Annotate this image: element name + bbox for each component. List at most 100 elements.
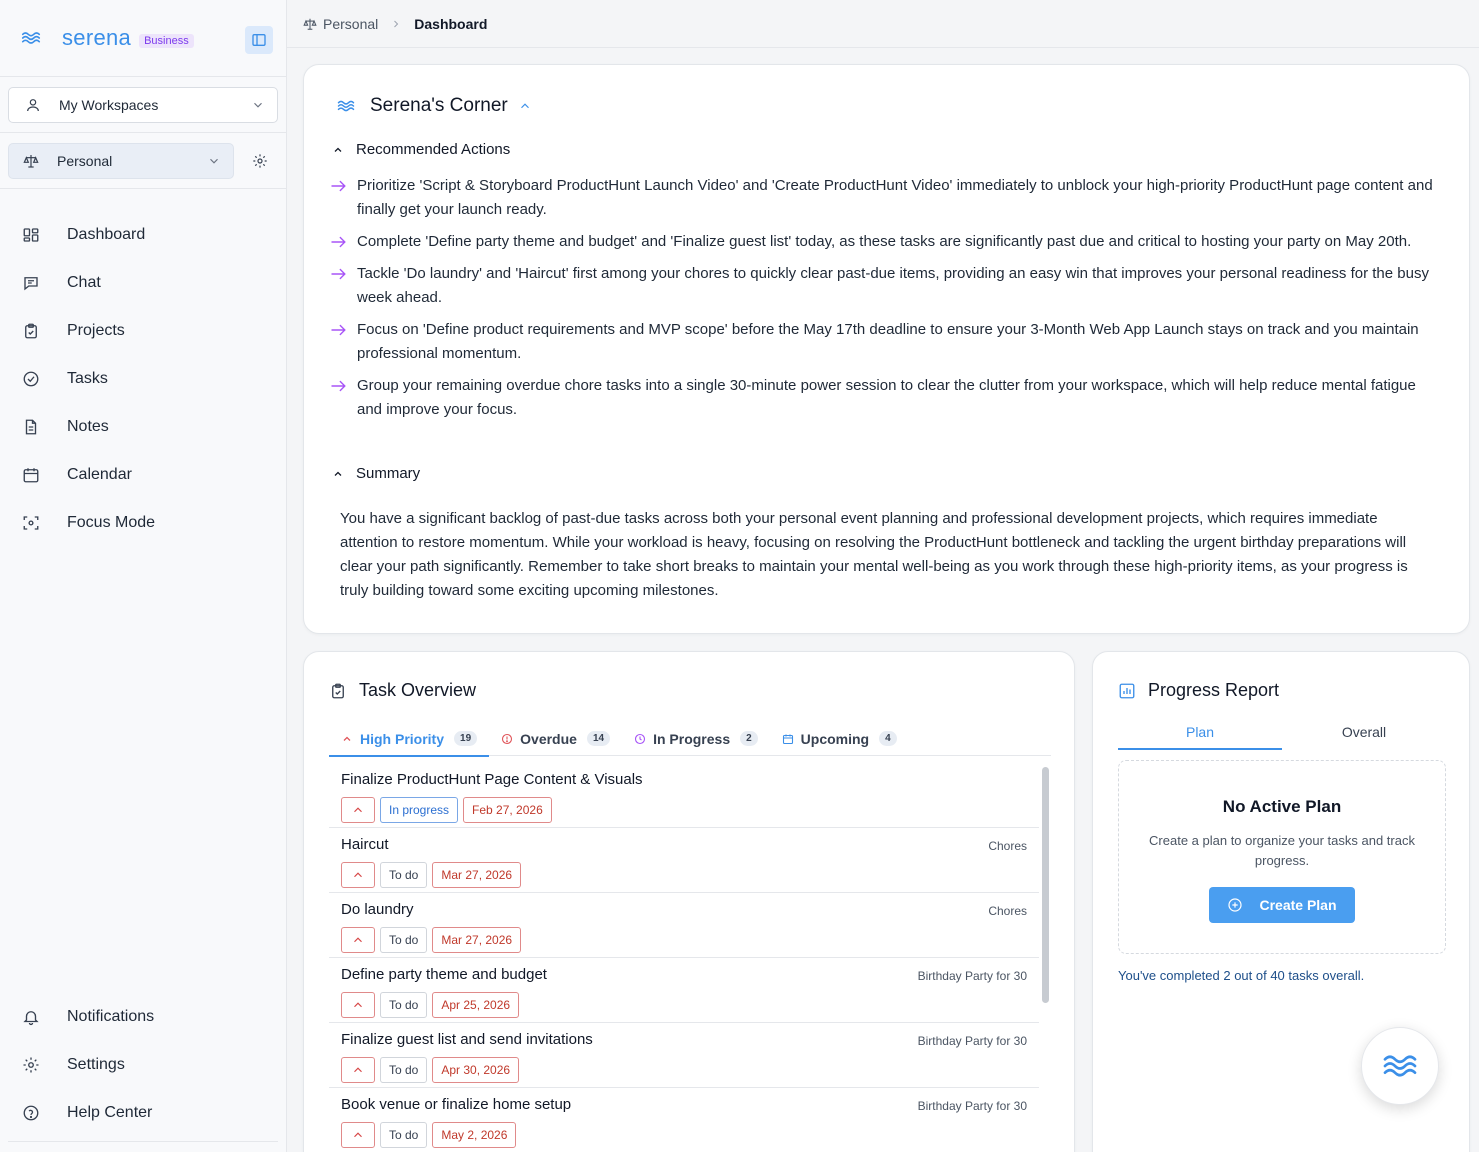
chevron-down-icon [254,102,262,108]
nav-item-settings[interactable]: Settings [0,1041,286,1089]
task-chips: To do May 2, 2026 [341,1122,521,1148]
due-date-chip[interactable]: Mar 27, 2026 [432,927,522,953]
task-title: Finalize ProductHunt Page Content & Visu… [341,771,643,788]
tab-overdue[interactable]: Overdue 14 [489,722,622,755]
workspace-select[interactable]: My Workspaces [8,87,278,123]
action-text: Tackle 'Do laundry' and 'Haircut' first … [357,265,1429,306]
nav-item-notes[interactable]: Notes [0,403,286,451]
tab-label: High Priority [360,730,445,747]
space-select[interactable]: Personal [8,143,234,179]
clock-icon [635,733,646,744]
tab-overall[interactable]: Overall [1282,718,1446,750]
nav-item-notifications[interactable]: Notifications [0,993,286,1041]
task-chips: To do Mar 27, 2026 [341,862,526,888]
summary-heading: Summary [356,465,421,482]
priority-chip[interactable] [341,1057,375,1083]
table-row[interactable]: Do laundry Chores To do Mar 27, 2026 [329,893,1039,958]
list-item: Prioritize 'Script & Storyboard ProductH… [330,174,1442,222]
priority-chip[interactable] [341,927,375,953]
tab-upcoming[interactable]: Upcoming 4 [770,722,909,755]
table-row[interactable]: Finalize guest list and send invitations… [329,1023,1039,1088]
calendar-icon [23,468,39,483]
status-chip[interactable]: To do [380,927,428,953]
collapse-sidebar-button[interactable] [245,26,273,54]
recommended-actions-heading: Recommended Actions [356,141,511,158]
help-icon [23,1105,39,1121]
serena-logo-icon [337,100,355,112]
priority-chip[interactable] [341,1122,375,1148]
main-nav: Dashboard Chat Projects Tasks Notes Cale… [0,211,286,547]
nav-item-label: Focus Mode [67,514,156,531]
task-tabs: High Priority 19 Overdue 14 In Progress … [329,722,1051,757]
due-date-chip[interactable]: Feb 27, 2026 [463,797,552,823]
status-chip[interactable]: To do [380,862,428,888]
list-item: Focus on 'Define product requirements an… [330,318,1442,366]
nav-item-label: Chat [67,274,101,291]
nav-item-help-center[interactable]: Help Center [0,1089,286,1137]
task-list: Finalize ProductHunt Page Content & Visu… [329,763,1039,1152]
priority-chip[interactable] [341,862,375,888]
serena-assistant-button[interactable] [1361,1027,1439,1105]
task-project: Birthday Party for 30 [917,1034,1027,1048]
sidebar-divider [0,188,286,189]
task-project: Chores [988,904,1027,918]
table-row[interactable]: Define party theme and budget Birthday P… [329,958,1039,1023]
due-date-chip[interactable]: Mar 27, 2026 [432,862,522,888]
due-date-chip[interactable]: Apr 25, 2026 [432,992,520,1018]
status-chip[interactable]: To do [380,1057,428,1083]
table-row[interactable]: Haircut Chores To do Mar 27, 2026 [329,828,1039,893]
nav-item-label: Tasks [67,370,108,387]
tab-count-badge: 14 [586,731,611,746]
table-row[interactable]: Book venue or finalize home setup Birthd… [329,1088,1039,1152]
nav-item-projects[interactable]: Projects [0,307,286,355]
status-chip[interactable]: To do [380,992,428,1018]
tab-high-priority[interactable]: High Priority 19 [329,722,490,757]
priority-chip[interactable] [341,797,375,823]
nav-item-focus-mode[interactable]: Focus Mode [0,499,286,547]
list-item: Complete 'Define party theme and budget'… [330,230,1442,254]
sidebar-toggle-icon [252,34,266,46]
create-plan-button[interactable]: Create Plan [1209,887,1355,923]
breadcrumb-current: Dashboard [414,15,488,32]
tab-count-badge: 4 [879,731,897,746]
serena-logo-icon [21,32,41,44]
nav-item-label: Dashboard [67,226,146,243]
task-chips: To do Apr 25, 2026 [341,992,524,1018]
chat-icon [24,277,38,291]
progress-report-title: Progress Report [1148,680,1280,700]
chevron-up-icon[interactable] [518,99,532,113]
projects-icon [332,683,344,698]
tab-plan[interactable]: Plan [1118,718,1282,750]
space-settings-icon[interactable] [252,153,268,169]
due-date-chip[interactable]: Apr 30, 2026 [432,1057,520,1083]
sidebar: serena Business My Workspaces Personal D… [0,0,287,1152]
scrollbar-thumb[interactable] [1042,767,1049,1003]
breadcrumb-personal[interactable]: Personal [323,16,378,32]
chevron-up-icon [354,1132,362,1138]
bottom-nav: Notifications Settings Help Center [0,993,286,1142]
due-date-chip[interactable]: May 2, 2026 [432,1122,517,1148]
sidebar-divider [0,132,286,133]
task-overview-card: Task Overview High Priority 19 Overdue 1… [303,651,1075,1152]
bar-chart-icon [1119,683,1135,698]
task-chips: To do Mar 27, 2026 [341,927,526,953]
task-title: Haircut [341,836,389,853]
arrow-right-icon [331,324,346,336]
task-list-scrollbar[interactable] [1040,763,1052,1152]
corner-header[interactable]: Serena's Corner [336,95,532,117]
table-row[interactable]: Finalize ProductHunt Page Content & Visu… [329,763,1039,828]
priority-chip[interactable] [341,992,375,1018]
arrow-right-icon [331,180,346,192]
task-overview-header: Task Overview [329,680,476,701]
nav-item-dashboard[interactable]: Dashboard [0,211,286,259]
nav-item-calendar[interactable]: Calendar [0,451,286,499]
status-chip[interactable]: In progress [380,797,459,823]
recommended-actions-toggle[interactable]: Recommended Actions [332,141,510,158]
status-chip[interactable]: To do [380,1122,428,1148]
dashboard-icon [23,228,39,242]
nav-item-tasks[interactable]: Tasks [0,355,286,403]
summary-toggle[interactable]: Summary [332,465,420,482]
chevron-up-icon [334,147,342,152]
tab-in-progress[interactable]: In Progress 2 [622,722,770,755]
nav-item-chat[interactable]: Chat [0,259,286,307]
